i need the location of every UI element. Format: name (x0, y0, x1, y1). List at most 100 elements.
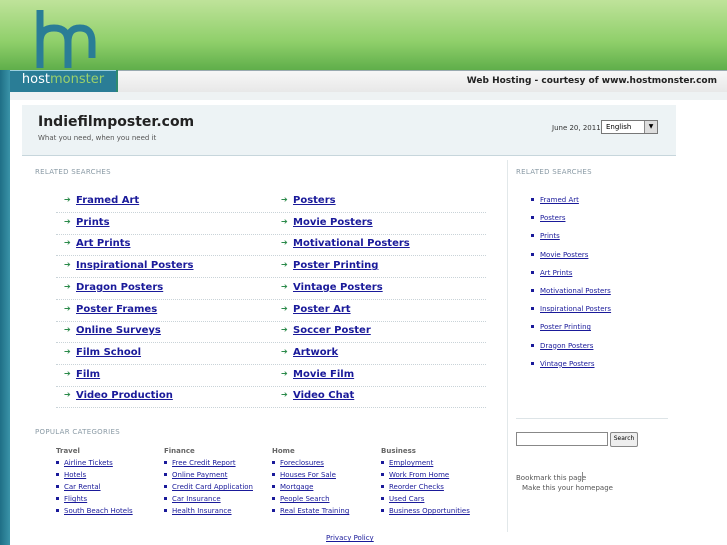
arrow-icon: ➔ (281, 281, 288, 291)
sidebar-link-label: Movie Posters (540, 250, 589, 259)
related-search-link[interactable]: ➔ Video Production (64, 390, 173, 401)
sidebar-link[interactable]: Prints (531, 232, 560, 241)
arrow-icon: ➔ (64, 281, 71, 291)
related-search-link[interactable]: ➔ Posters (281, 195, 336, 206)
hostmonster-logo[interactable]: hostmonster (10, 6, 118, 93)
related-search-link[interactable]: ➔ Video Chat (281, 390, 354, 401)
category-link[interactable]: Houses For Sale (272, 471, 336, 479)
category-link[interactable]: Car Rental (56, 483, 101, 492)
sidebar-link[interactable]: Vintage Posters (531, 359, 595, 368)
bullet-icon (381, 497, 384, 501)
category-link[interactable]: Car Insurance (164, 495, 221, 504)
sidebar-link-label: Poster Printing (540, 323, 591, 332)
related-search-link[interactable]: ➔ Artwork (281, 347, 338, 358)
search-button[interactable]: Search (610, 432, 638, 447)
category-link[interactable]: South Beach Hotels (56, 507, 133, 516)
category-link[interactable]: Credit Card Application (164, 483, 253, 491)
category-link[interactable]: Used Cars (381, 495, 425, 504)
category-link-label: Car Insurance (172, 495, 221, 504)
row-divider (56, 212, 486, 213)
related-search-link[interactable]: ➔ Film (64, 369, 100, 380)
related-search-link[interactable]: ➔ Poster Frames (64, 304, 157, 315)
category-link[interactable]: People Search (272, 495, 330, 503)
category-link-label: Reorder Checks (389, 483, 444, 492)
related-search-link[interactable]: ➔ Dragon Posters (64, 282, 163, 293)
sidebar-link[interactable]: Inspirational Posters (531, 305, 612, 314)
bullet-icon (272, 485, 275, 489)
category-link-label: Free Credit Report (172, 459, 236, 467)
sidebar-link-label: Prints (540, 232, 560, 241)
related-search-link[interactable]: ➔ Online Surveys (64, 325, 161, 336)
hosting-banner: Web Hosting - courtesy of www.hostmonste… (118, 70, 727, 94)
sidebar-link-label: Vintage Posters (540, 359, 595, 368)
bullet-icon (531, 307, 534, 311)
bullet-icon (164, 509, 167, 513)
bookmark-link[interactable]: Bookmark this page (516, 474, 586, 482)
category-link-label: Real Estate Training (280, 507, 350, 516)
category-link-label: South Beach Hotels (64, 507, 133, 516)
related-search-label: Movie Posters (293, 216, 373, 228)
language-select[interactable]: English ▼ (601, 120, 658, 134)
related-search-link[interactable]: ➔ Vintage Posters (281, 281, 383, 293)
category-link[interactable]: Mortgage (272, 483, 313, 491)
homepage-link[interactable]: Make this your homepage (522, 484, 613, 492)
category-link[interactable]: Health Insurance (164, 507, 232, 515)
category-link-label: Car Rental (64, 483, 101, 492)
arrow-icon: ➔ (64, 368, 71, 378)
sidebar-link[interactable]: Dragon Posters (531, 342, 593, 350)
sidebar-link[interactable]: Poster Printing (531, 323, 591, 332)
category-link[interactable]: Employment (381, 459, 433, 467)
sidebar-link[interactable]: Posters (531, 214, 565, 222)
category-link[interactable]: Airline Tickets (56, 459, 113, 467)
category-link[interactable]: Work From Home (381, 471, 449, 479)
category-link[interactable]: Flights (56, 495, 87, 503)
related-search-link[interactable]: ➔ Soccer Poster (281, 325, 371, 337)
arrow-icon: ➔ (64, 325, 71, 335)
sidebar-link-label: Inspirational Posters (540, 305, 612, 314)
sidebar-link[interactable]: Movie Posters (531, 250, 589, 259)
category-link[interactable]: Business Opportunities (381, 507, 470, 515)
category-link[interactable]: Hotels (56, 471, 86, 479)
category-heading: Business (381, 447, 416, 455)
related-search-label: Soccer Poster (293, 325, 371, 337)
bullet-icon (56, 497, 59, 501)
date-text: June 20, 2011 (552, 124, 601, 132)
arrow-icon: ➔ (64, 260, 71, 270)
row-divider (56, 320, 486, 322)
arrow-icon: ➔ (281, 325, 288, 335)
arrow-icon: ➔ (281, 390, 288, 400)
category-link-label: Used Cars (389, 495, 425, 504)
related-search-label: Vintage Posters (293, 281, 383, 293)
language-value: English (606, 123, 632, 131)
category-link[interactable]: Reorder Checks (381, 483, 444, 492)
related-search-link[interactable]: ➔ Framed Art (64, 195, 139, 206)
related-search-link[interactable]: ➔ Film School (64, 347, 141, 358)
sidebar-link[interactable]: Motivational Posters (531, 287, 611, 295)
bullet-icon (531, 198, 534, 201)
category-link[interactable]: Foreclosures (272, 459, 324, 467)
privacy-policy-link[interactable]: Privacy Policy (326, 534, 374, 542)
related-search-link[interactable]: ➔ Movie Film (281, 369, 354, 380)
category-link[interactable]: Real Estate Training (272, 507, 350, 516)
arrow-icon: ➔ (281, 216, 288, 226)
arrow-icon: ➔ (281, 303, 288, 313)
sidebar-link[interactable]: Art Prints (531, 269, 572, 277)
chevron-down-icon[interactable]: ▼ (644, 121, 657, 133)
bullet-icon (164, 485, 167, 489)
related-search-link[interactable]: ➔ Art Prints (64, 238, 131, 250)
related-search-link[interactable]: ➔ Prints (64, 217, 110, 228)
sidebar-link[interactable]: Framed Art (531, 196, 579, 204)
related-searches-label: RELATED SEARCHES (35, 168, 111, 176)
related-search-link[interactable]: ➔ Movie Posters (281, 216, 373, 228)
related-search-link[interactable]: ➔ Poster Art (281, 304, 351, 315)
related-search-link[interactable]: ➔ Motivational Posters (281, 238, 410, 250)
related-search-link[interactable]: ➔ Inspirational Posters (64, 260, 194, 271)
category-link[interactable]: Online Payment (164, 471, 227, 479)
category-link[interactable]: Free Credit Report (164, 459, 236, 467)
related-search-label: Art Prints (76, 238, 131, 250)
related-search-label: Motivational Posters (293, 238, 410, 250)
search-input[interactable] (516, 432, 608, 446)
related-search-link[interactable]: ➔ Poster Printing (281, 260, 378, 271)
arrow-icon: ➔ (281, 368, 288, 378)
bullet-icon (56, 509, 59, 513)
